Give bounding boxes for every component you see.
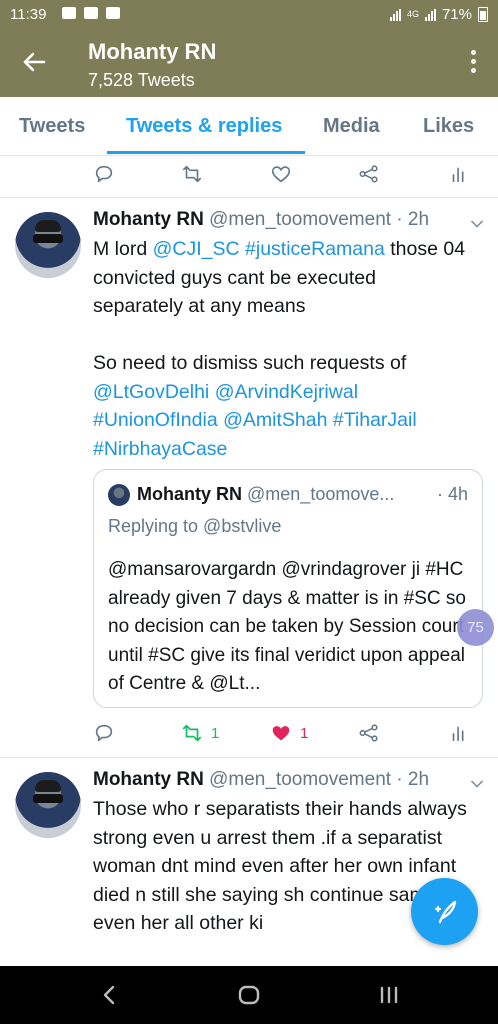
tweet-text: M lord @CJI_SC #justiceRamana those 04 co… bbox=[93, 235, 488, 463]
status-bar: 11:39 4G 71% bbox=[0, 0, 498, 30]
share-icon bbox=[359, 165, 378, 183]
analytics-icon bbox=[452, 167, 464, 183]
floating-badge[interactable]: 75 bbox=[457, 609, 494, 646]
hashtag-link[interactable]: #justiceRamana bbox=[245, 238, 385, 260]
tweet-text-line: #UnionOfIndia @AmitShah #TiharJail bbox=[93, 406, 488, 435]
tweet-author-line: Mohanty RN @men_toomovement · 2h bbox=[93, 209, 429, 231]
mention-link[interactable]: @LtGovDelhi bbox=[93, 381, 209, 403]
compose-feather-icon bbox=[434, 900, 457, 924]
tweet-text-segment: those 04 bbox=[384, 238, 466, 260]
battery-icon bbox=[478, 7, 488, 22]
profile-name: Mohanty RN bbox=[88, 39, 217, 64]
image-icon bbox=[106, 7, 120, 19]
nav-home-icon[interactable] bbox=[237, 984, 261, 1006]
screenshot-icon bbox=[84, 7, 98, 19]
battery-percent: 71% bbox=[441, 6, 472, 23]
mention-link[interactable]: @ArvindKejriwal bbox=[215, 381, 358, 403]
tab-media[interactable]: Media bbox=[323, 115, 380, 138]
analytics-icon bbox=[452, 726, 464, 742]
share-icon bbox=[359, 724, 378, 742]
tab-tweets-replies[interactable]: Tweets & replies bbox=[126, 115, 282, 138]
divider bbox=[0, 757, 498, 758]
retweet-icon bbox=[182, 165, 202, 183]
hashtag-link[interactable]: #NirbhayaCase bbox=[93, 438, 227, 460]
tweet-text-segment: So need to dismiss such requests of bbox=[93, 352, 407, 374]
retweet-count: 1 bbox=[211, 724, 220, 742]
chevron-down-icon[interactable] bbox=[470, 217, 484, 231]
mention-link[interactable]: @CJI_SC bbox=[153, 238, 240, 260]
tweet-text-line: #NirbhayaCase bbox=[93, 435, 488, 464]
heart-icon bbox=[271, 166, 291, 183]
like-count: 1 bbox=[300, 724, 309, 742]
signal-icon bbox=[389, 8, 401, 21]
heart-filled-icon bbox=[272, 726, 290, 741]
back-arrow-icon[interactable] bbox=[20, 48, 48, 76]
reply-icon bbox=[95, 165, 113, 183]
retweet-button[interactable]: 1 bbox=[181, 721, 219, 745]
retweet-button[interactable] bbox=[181, 162, 203, 186]
tweet-text-line: @LtGovDelhi @ArvindKejriwal bbox=[93, 378, 488, 407]
notification-icons bbox=[62, 7, 120, 19]
avatar[interactable] bbox=[15, 212, 81, 278]
author-handle-time: @men_toomovement · 2h bbox=[209, 209, 430, 230]
profile-header: Mohanty RN 7,528 Tweets bbox=[0, 30, 498, 97]
tweet-text-line bbox=[93, 321, 488, 350]
quote-author-handle: @men_toomove... bbox=[247, 484, 395, 504]
quote-time: · 4h bbox=[436, 484, 468, 504]
tweet-text-line: So need to dismiss such requests of bbox=[93, 349, 488, 378]
nav-back-icon[interactable] bbox=[100, 984, 118, 1006]
reply-button[interactable] bbox=[93, 721, 115, 745]
tweet-text-line: M lord @CJI_SC #justiceRamana those 04 bbox=[93, 235, 488, 264]
tweet-actions: 1 1 bbox=[0, 718, 498, 748]
quote-author-line: Mohanty RN @men_toomove... bbox=[137, 484, 394, 505]
chevron-down-icon[interactable] bbox=[470, 777, 484, 791]
like-button[interactable] bbox=[270, 162, 292, 186]
quote-author-name: Mohanty RN bbox=[137, 484, 242, 504]
author-name[interactable]: Mohanty RN bbox=[93, 769, 204, 790]
nav-recents-icon[interactable] bbox=[377, 984, 401, 1006]
quote-text: @mansarovargardn @vrindagrover ji #HC al… bbox=[108, 559, 467, 694]
tweet-text-line: separately at any means bbox=[93, 292, 488, 321]
reply-icon bbox=[95, 724, 113, 742]
status-right: 4G 71% bbox=[389, 6, 488, 23]
divider bbox=[0, 197, 498, 198]
tab-tweets[interactable]: Tweets bbox=[19, 115, 85, 138]
tab-likes[interactable]: Likes bbox=[423, 115, 474, 138]
active-tab-indicator bbox=[107, 151, 305, 154]
signal-icon-2 bbox=[424, 8, 436, 21]
compose-tweet-button[interactable] bbox=[411, 878, 478, 945]
tweet-text-line: convicted guys cant be executed bbox=[93, 264, 488, 293]
tweet-text-segment: M lord bbox=[93, 238, 153, 260]
status-time: 11:39 bbox=[10, 6, 47, 23]
share-button[interactable] bbox=[358, 162, 380, 186]
profile-tabs: Tweets Tweets & replies Media Likes bbox=[0, 97, 498, 156]
quote-avatar bbox=[108, 484, 130, 506]
avatar[interactable] bbox=[15, 772, 81, 838]
tweet-count: 7,528 Tweets bbox=[88, 70, 195, 90]
author-handle-time: @men_toomovement · 2h bbox=[209, 769, 430, 790]
like-button[interactable]: 1 bbox=[270, 721, 308, 745]
mention-link[interactable]: @AmitShah bbox=[223, 409, 327, 431]
tweet-text-segment: separately at any means bbox=[93, 295, 306, 317]
author-name[interactable]: Mohanty RN bbox=[93, 209, 204, 230]
hashtag-link[interactable]: #TiharJail bbox=[333, 409, 417, 431]
folder-icon bbox=[62, 7, 76, 19]
tweet-author-line: Mohanty RN @men_toomovement · 2h bbox=[93, 769, 429, 791]
system-nav-bar bbox=[0, 966, 498, 1024]
hashtag-link[interactable]: #UnionOfIndia bbox=[93, 409, 218, 431]
reply-button[interactable] bbox=[93, 162, 115, 186]
quote-replying-to: Replying to @bstvlive bbox=[108, 516, 282, 536]
network-type: 4G bbox=[406, 9, 419, 19]
analytics-button[interactable] bbox=[448, 721, 470, 745]
analytics-button[interactable] bbox=[448, 162, 470, 186]
tweet-actions-previous bbox=[0, 159, 498, 189]
share-button[interactable] bbox=[358, 721, 380, 745]
tweet-text-segment: convicted guys cant be executed bbox=[93, 266, 376, 289]
more-options-icon[interactable] bbox=[471, 50, 476, 73]
retweet-icon bbox=[182, 724, 202, 742]
quoted-tweet[interactable]: Mohanty RN @men_toomove... · 4h Replying… bbox=[93, 469, 483, 708]
